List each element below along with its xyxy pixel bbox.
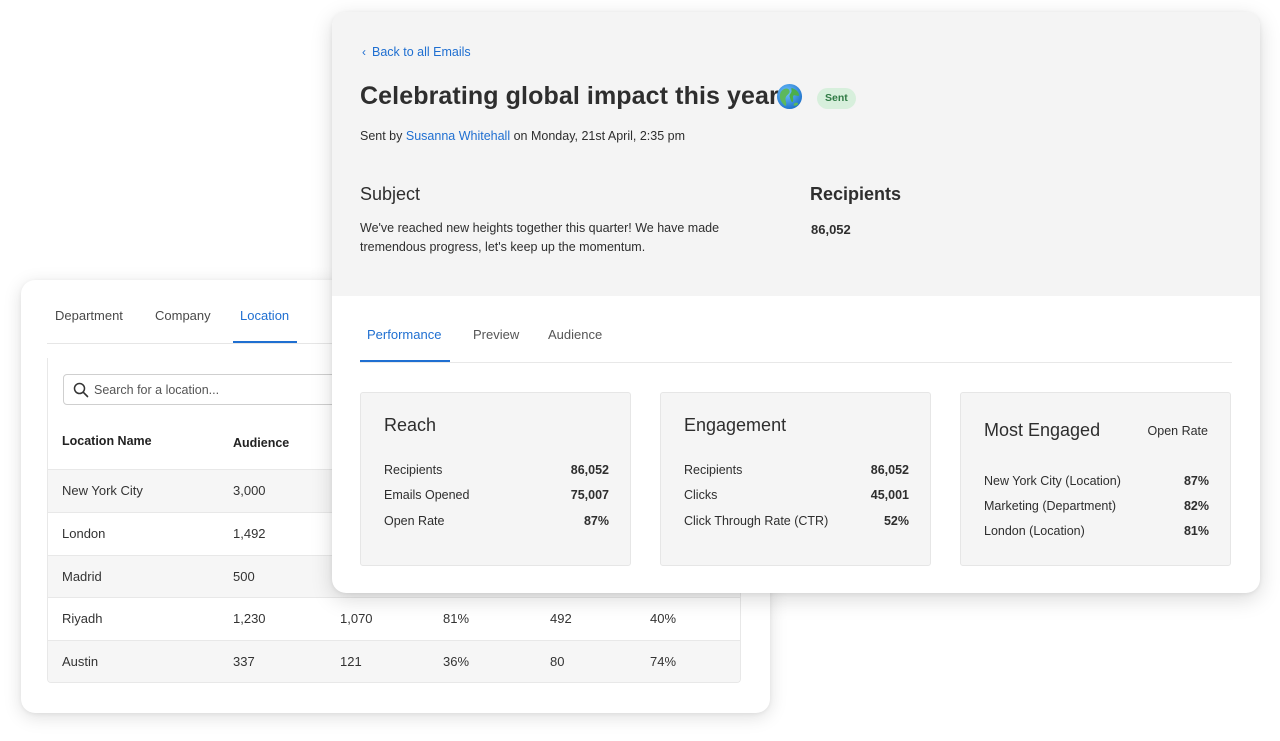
cell-audience: 337 <box>233 654 255 669</box>
cell-audience: 500 <box>233 569 255 584</box>
cell-location: Austin <box>62 654 99 669</box>
chevron-left-icon: ‹ <box>362 45 366 59</box>
cell-location: Riyadh <box>62 611 103 626</box>
metric-label: London (Location) <box>984 524 1085 538</box>
cell-clicks: 80 <box>550 654 565 669</box>
metric-row: New York City (Location) 87% <box>984 474 1209 492</box>
search-input[interactable] <box>94 381 354 399</box>
metric-row: Clicks 45,001 <box>684 488 909 506</box>
subject-text: We've reached new heights together this … <box>360 221 720 254</box>
table-row[interactable]: Riyadh 1,230 1,070 81% 492 40% <box>48 597 740 640</box>
tab-department[interactable]: Department <box>55 308 123 323</box>
metric-label: Marketing (Department) <box>984 499 1116 513</box>
status-badge: Sent <box>817 88 856 109</box>
metric-value: 52% <box>883 514 909 528</box>
metric-row: London (Location) 81% <box>984 524 1209 542</box>
cell-clicks: 492 <box>550 611 572 626</box>
most-engaged-card: Most Engaged Open Rate New York City (Lo… <box>960 392 1231 566</box>
tab-preview[interactable]: Preview <box>473 327 519 342</box>
page-title: Celebrating global impact this year <box>360 82 779 110</box>
stage: Department Company Location Location Nam… <box>0 0 1280 741</box>
column-header-location-name[interactable]: Location Name <box>62 434 152 448</box>
cell-location: Madrid <box>62 569 102 584</box>
metric-label: Recipients <box>384 463 443 477</box>
table-row[interactable]: Austin 337 121 36% 80 74% <box>48 640 740 682</box>
cell-audience: 3,000 <box>233 483 266 498</box>
cell-open-rate: 36% <box>443 654 470 669</box>
reach-title: Reach <box>384 415 437 435</box>
metric-label: New York City (Location) <box>984 474 1121 488</box>
recipients-count: 86,052 <box>811 222 851 237</box>
cell-audience: 1,492 <box>233 526 266 541</box>
metric-row: Emails Opened 75,007 <box>384 488 609 506</box>
cell-opened: 121 <box>340 654 362 669</box>
column-header-audience[interactable]: Audience <box>233 436 289 450</box>
engagement-title: Engagement <box>684 415 787 435</box>
reach-card: Reach Recipients 86,052 Emails Opened 75… <box>360 392 631 566</box>
email-tabs: Performance Preview Audience <box>360 296 1232 363</box>
back-to-emails-link[interactable]: ‹ Back to all Emails <box>362 45 471 59</box>
globe-emoji-icon <box>776 83 803 110</box>
recipients-heading: Recipients <box>810 184 902 204</box>
sent-by-line: Sent by Susanna Whitehall on Monday, 21s… <box>360 129 685 143</box>
tab-company[interactable]: Company <box>155 308 211 323</box>
sent-date: on Monday, 21st April, 2:35 pm <box>513 129 685 143</box>
metric-value: 82% <box>1183 499 1209 513</box>
metric-value: 86,052 <box>870 463 909 477</box>
metric-label: Clicks <box>684 488 718 502</box>
cell-ctr: 40% <box>650 611 677 626</box>
open-rate-subhead: Open Rate <box>1147 424 1208 438</box>
metric-row: Recipients 86,052 <box>684 463 909 481</box>
cell-open-rate: 81% <box>443 611 470 626</box>
cell-audience: 1,230 <box>233 611 266 626</box>
metric-label: Click Through Rate (CTR) <box>684 514 829 528</box>
location-search[interactable] <box>63 374 363 405</box>
metric-label: Open Rate <box>384 514 445 528</box>
author-link[interactable]: Susanna Whitehall <box>406 129 510 143</box>
active-tab-indicator <box>360 360 450 362</box>
subject-heading: Subject <box>360 184 421 204</box>
cell-location: London <box>62 526 106 541</box>
metric-label: Emails Opened <box>384 488 470 502</box>
metric-value: 87% <box>1183 474 1209 488</box>
sent-by-prefix: Sent by <box>360 129 403 143</box>
engagement-card: Engagement Recipients 86,052 Clicks 45,0… <box>660 392 931 566</box>
metric-value: 87% <box>583 514 609 528</box>
metric-row: Open Rate 87% <box>384 514 609 532</box>
search-icon <box>73 382 89 398</box>
metric-value: 75,007 <box>570 488 609 502</box>
tab-audience[interactable]: Audience <box>548 327 602 342</box>
email-header: ‹ Back to all Emails Celebrating global i… <box>332 12 1260 296</box>
back-link-label: Back to all Emails <box>372 45 471 59</box>
active-tab-indicator <box>233 341 297 343</box>
metric-row: Recipients 86,052 <box>384 463 609 481</box>
metric-value: 81% <box>1183 524 1209 538</box>
cell-opened: 1,070 <box>340 611 373 626</box>
tab-location[interactable]: Location <box>240 308 289 323</box>
metric-label: Recipients <box>684 463 743 477</box>
cell-location: New York City <box>62 483 143 498</box>
cell-ctr: 74% <box>650 654 677 669</box>
tab-performance[interactable]: Performance <box>367 327 441 342</box>
metric-row: Marketing (Department) 82% <box>984 499 1209 517</box>
metric-value: 86,052 <box>570 463 609 477</box>
email-detail-panel: ‹ Back to all Emails Celebrating global i… <box>332 12 1260 593</box>
most-engaged-title: Most Engaged <box>984 420 1101 440</box>
metric-value: 45,001 <box>870 488 909 502</box>
metric-row: Click Through Rate (CTR) 52% <box>684 514 909 532</box>
